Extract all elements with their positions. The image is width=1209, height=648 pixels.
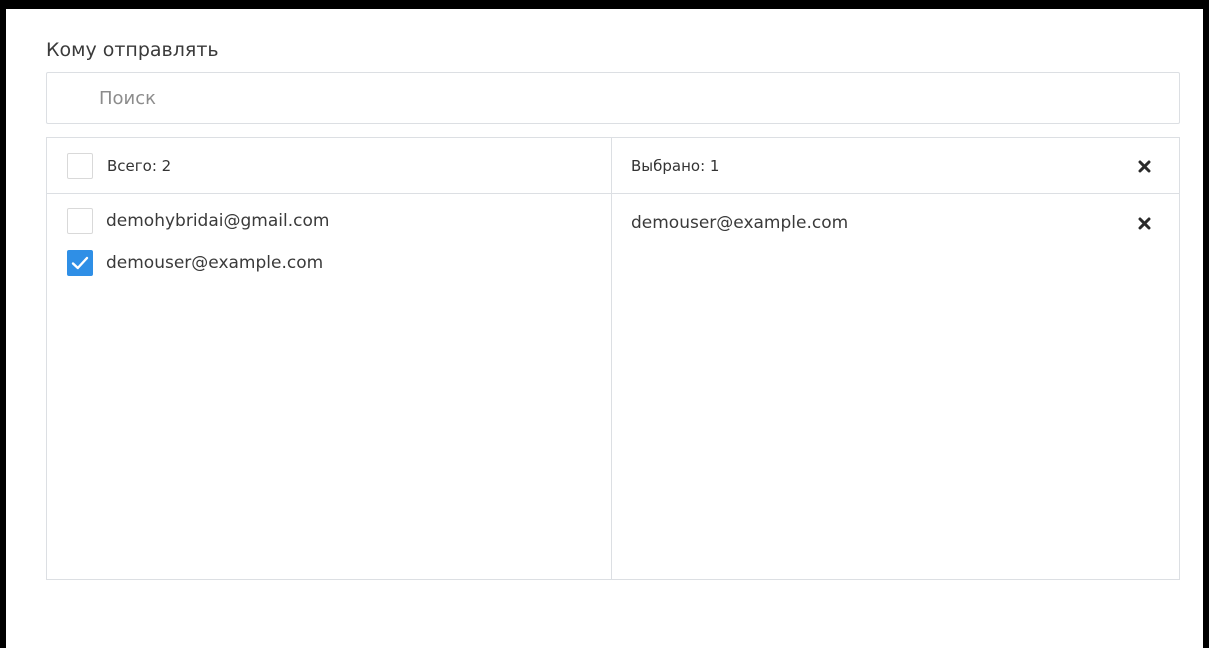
section-title: Кому отправлять [46,39,219,61]
list-item[interactable]: demohybridai@gmail.com [47,200,611,242]
search-box[interactable] [46,72,1180,124]
selected-count-label: Выбрано: 1 [631,156,720,175]
source-panel: Всего: 2 demohybridai@gmail.com demouser… [47,138,612,579]
transfer-list: Всего: 2 demohybridai@gmail.com demouser… [46,137,1180,580]
item-email: demohybridai@gmail.com [106,211,330,231]
target-list: demouser@example.com [612,194,1179,246]
close-icon [1138,217,1150,229]
window-frame: Кому отправлять Всего: 2 demohybridai@gm… [0,0,1209,648]
source-list: demohybridai@gmail.com demouser@example.… [47,194,611,284]
list-item[interactable]: demouser@example.com [47,242,611,284]
item-checkbox-checked[interactable] [67,250,93,276]
total-count-label: Всего: 2 [107,156,172,175]
select-all-checkbox[interactable] [67,152,93,179]
item-checkbox[interactable] [67,208,93,234]
remove-item-button[interactable] [1135,214,1153,232]
source-panel-header: Всего: 2 [47,138,611,194]
close-icon [1138,160,1150,172]
target-panel: Выбрано: 1 demouser@example.com [612,138,1179,579]
search-input[interactable] [47,73,1179,123]
selected-item-email: demouser@example.com [631,213,849,233]
selected-item: demouser@example.com [612,200,1179,246]
target-panel-header: Выбрано: 1 [612,138,1179,194]
checkmark-icon [71,256,89,270]
item-email: demouser@example.com [106,253,324,273]
clear-all-button[interactable] [1135,157,1153,175]
